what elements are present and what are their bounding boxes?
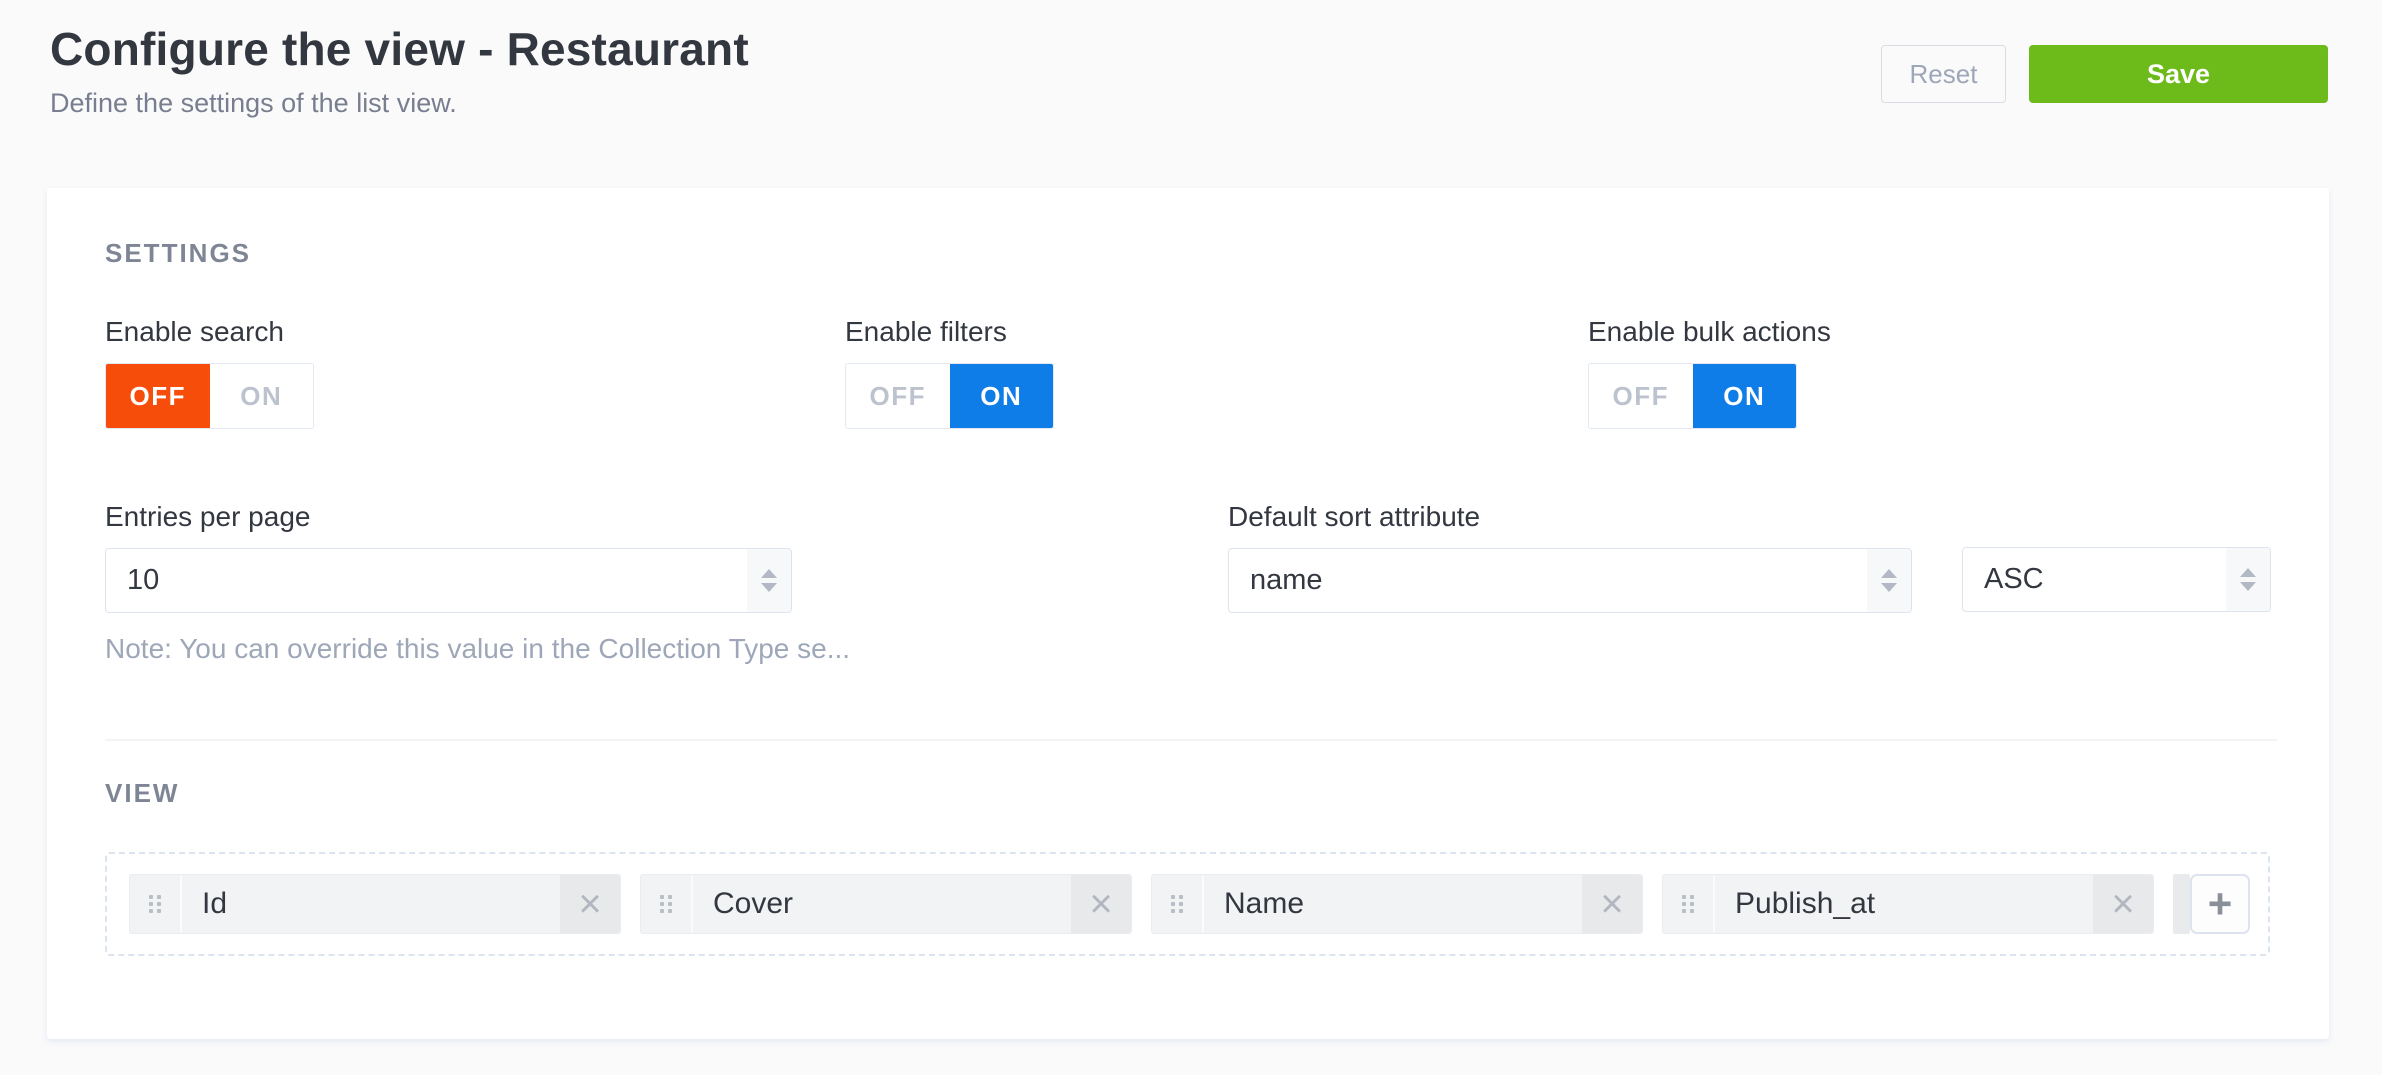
select-spinner[interactable] xyxy=(2226,548,2270,611)
default-sort-label: Default sort attribute xyxy=(1228,500,1912,534)
toggle-on-option[interactable]: ON xyxy=(950,364,1054,428)
drag-handle[interactable] xyxy=(130,875,182,933)
drag-handle-icon xyxy=(660,895,672,913)
settings-section-title: SETTINGS xyxy=(105,238,251,269)
field-chip-label: Cover xyxy=(693,875,1071,933)
entries-per-page-field: Entries per page 10 xyxy=(105,500,792,613)
toggle-on-option[interactable]: ON xyxy=(1693,364,1797,428)
plus-icon: + xyxy=(2208,880,2233,928)
page-title: Configure the view - Restaurant xyxy=(50,22,749,76)
sort-order-select[interactable]: ASC xyxy=(1962,547,2271,612)
stepper-up-icon[interactable] xyxy=(1881,569,1897,578)
drag-handle-icon xyxy=(1682,895,1694,913)
enable-filters-label: Enable filters xyxy=(845,315,1054,349)
entries-per-page-value: 10 xyxy=(106,549,747,612)
close-icon: × xyxy=(2111,882,2134,927)
add-field-stub xyxy=(2173,874,2190,934)
remove-field-button[interactable]: × xyxy=(2093,875,2153,933)
reset-button[interactable]: Reset xyxy=(1881,45,2006,103)
entries-note-text: Note: You can override this value in the… xyxy=(105,633,850,665)
add-field-group: + xyxy=(2173,874,2250,934)
field-chip-publish-at[interactable]: Publish_at × xyxy=(1662,874,2154,934)
drag-handle-icon xyxy=(1171,895,1183,913)
entries-per-page-label: Entries per page xyxy=(105,500,792,534)
drag-handle[interactable] xyxy=(1663,875,1715,933)
field-chip-label: Name xyxy=(1204,875,1582,933)
enable-bulk-actions-toggle[interactable]: OFF ON xyxy=(1588,363,1797,429)
enable-search-label: Enable search xyxy=(105,315,314,349)
drag-handle[interactable] xyxy=(641,875,693,933)
toggle-off-option[interactable]: OFF xyxy=(1589,364,1693,428)
default-sort-value: name xyxy=(1229,549,1867,612)
select-spinner[interactable] xyxy=(1867,549,1911,612)
page-subtitle: Define the settings of the list view. xyxy=(50,88,457,119)
field-chip-label: Publish_at xyxy=(1715,875,2093,933)
enable-bulk-actions-field: Enable bulk actions OFF ON xyxy=(1588,315,1831,429)
enable-bulk-actions-label: Enable bulk actions xyxy=(1588,315,1831,349)
toggle-on-option[interactable]: ON xyxy=(210,364,314,428)
close-icon: × xyxy=(1089,882,1112,927)
toggle-off-option[interactable]: OFF xyxy=(846,364,950,428)
enable-search-toggle[interactable]: OFF ON xyxy=(105,363,314,429)
toggle-off-option[interactable]: OFF xyxy=(106,364,210,428)
remove-field-button[interactable]: × xyxy=(1071,875,1131,933)
save-button[interactable]: Save xyxy=(2029,45,2328,103)
configure-view-page: { "header": { "title": "Configure the vi… xyxy=(0,0,2382,1075)
drag-handle-icon xyxy=(149,895,161,913)
stepper-down-icon[interactable] xyxy=(761,583,777,592)
field-chip-label: Id xyxy=(182,875,560,933)
field-chip-name[interactable]: Name × xyxy=(1151,874,1643,934)
stepper-up-icon[interactable] xyxy=(2240,568,2256,577)
section-divider xyxy=(105,739,2277,741)
enable-search-field: Enable search OFF ON xyxy=(105,315,314,429)
enable-filters-toggle[interactable]: OFF ON xyxy=(845,363,1054,429)
view-section-title: VIEW xyxy=(105,778,179,809)
field-chip-id[interactable]: Id × xyxy=(129,874,621,934)
remove-field-button[interactable]: × xyxy=(1582,875,1642,933)
settings-card: SETTINGS Enable search OFF ON Enable fil… xyxy=(47,188,2329,1039)
field-chip-cover[interactable]: Cover × xyxy=(640,874,1132,934)
sort-order-value: ASC xyxy=(1963,548,2226,611)
entries-per-page-select[interactable]: 10 xyxy=(105,548,792,613)
close-icon: × xyxy=(578,882,601,927)
stepper-down-icon[interactable] xyxy=(1881,583,1897,592)
drag-handle[interactable] xyxy=(1152,875,1204,933)
stepper-down-icon[interactable] xyxy=(2240,582,2256,591)
default-sort-field: Default sort attribute name xyxy=(1228,500,1912,613)
default-sort-select[interactable]: name xyxy=(1228,548,1912,613)
select-spinner[interactable] xyxy=(747,549,791,612)
enable-filters-field: Enable filters OFF ON xyxy=(845,315,1054,429)
add-field-button[interactable]: + xyxy=(2190,874,2250,934)
close-icon: × xyxy=(1600,882,1623,927)
field-drop-zone: Id × Cover × Name × Publish_at × xyxy=(105,852,2270,956)
stepper-up-icon[interactable] xyxy=(761,569,777,578)
remove-field-button[interactable]: × xyxy=(560,875,620,933)
